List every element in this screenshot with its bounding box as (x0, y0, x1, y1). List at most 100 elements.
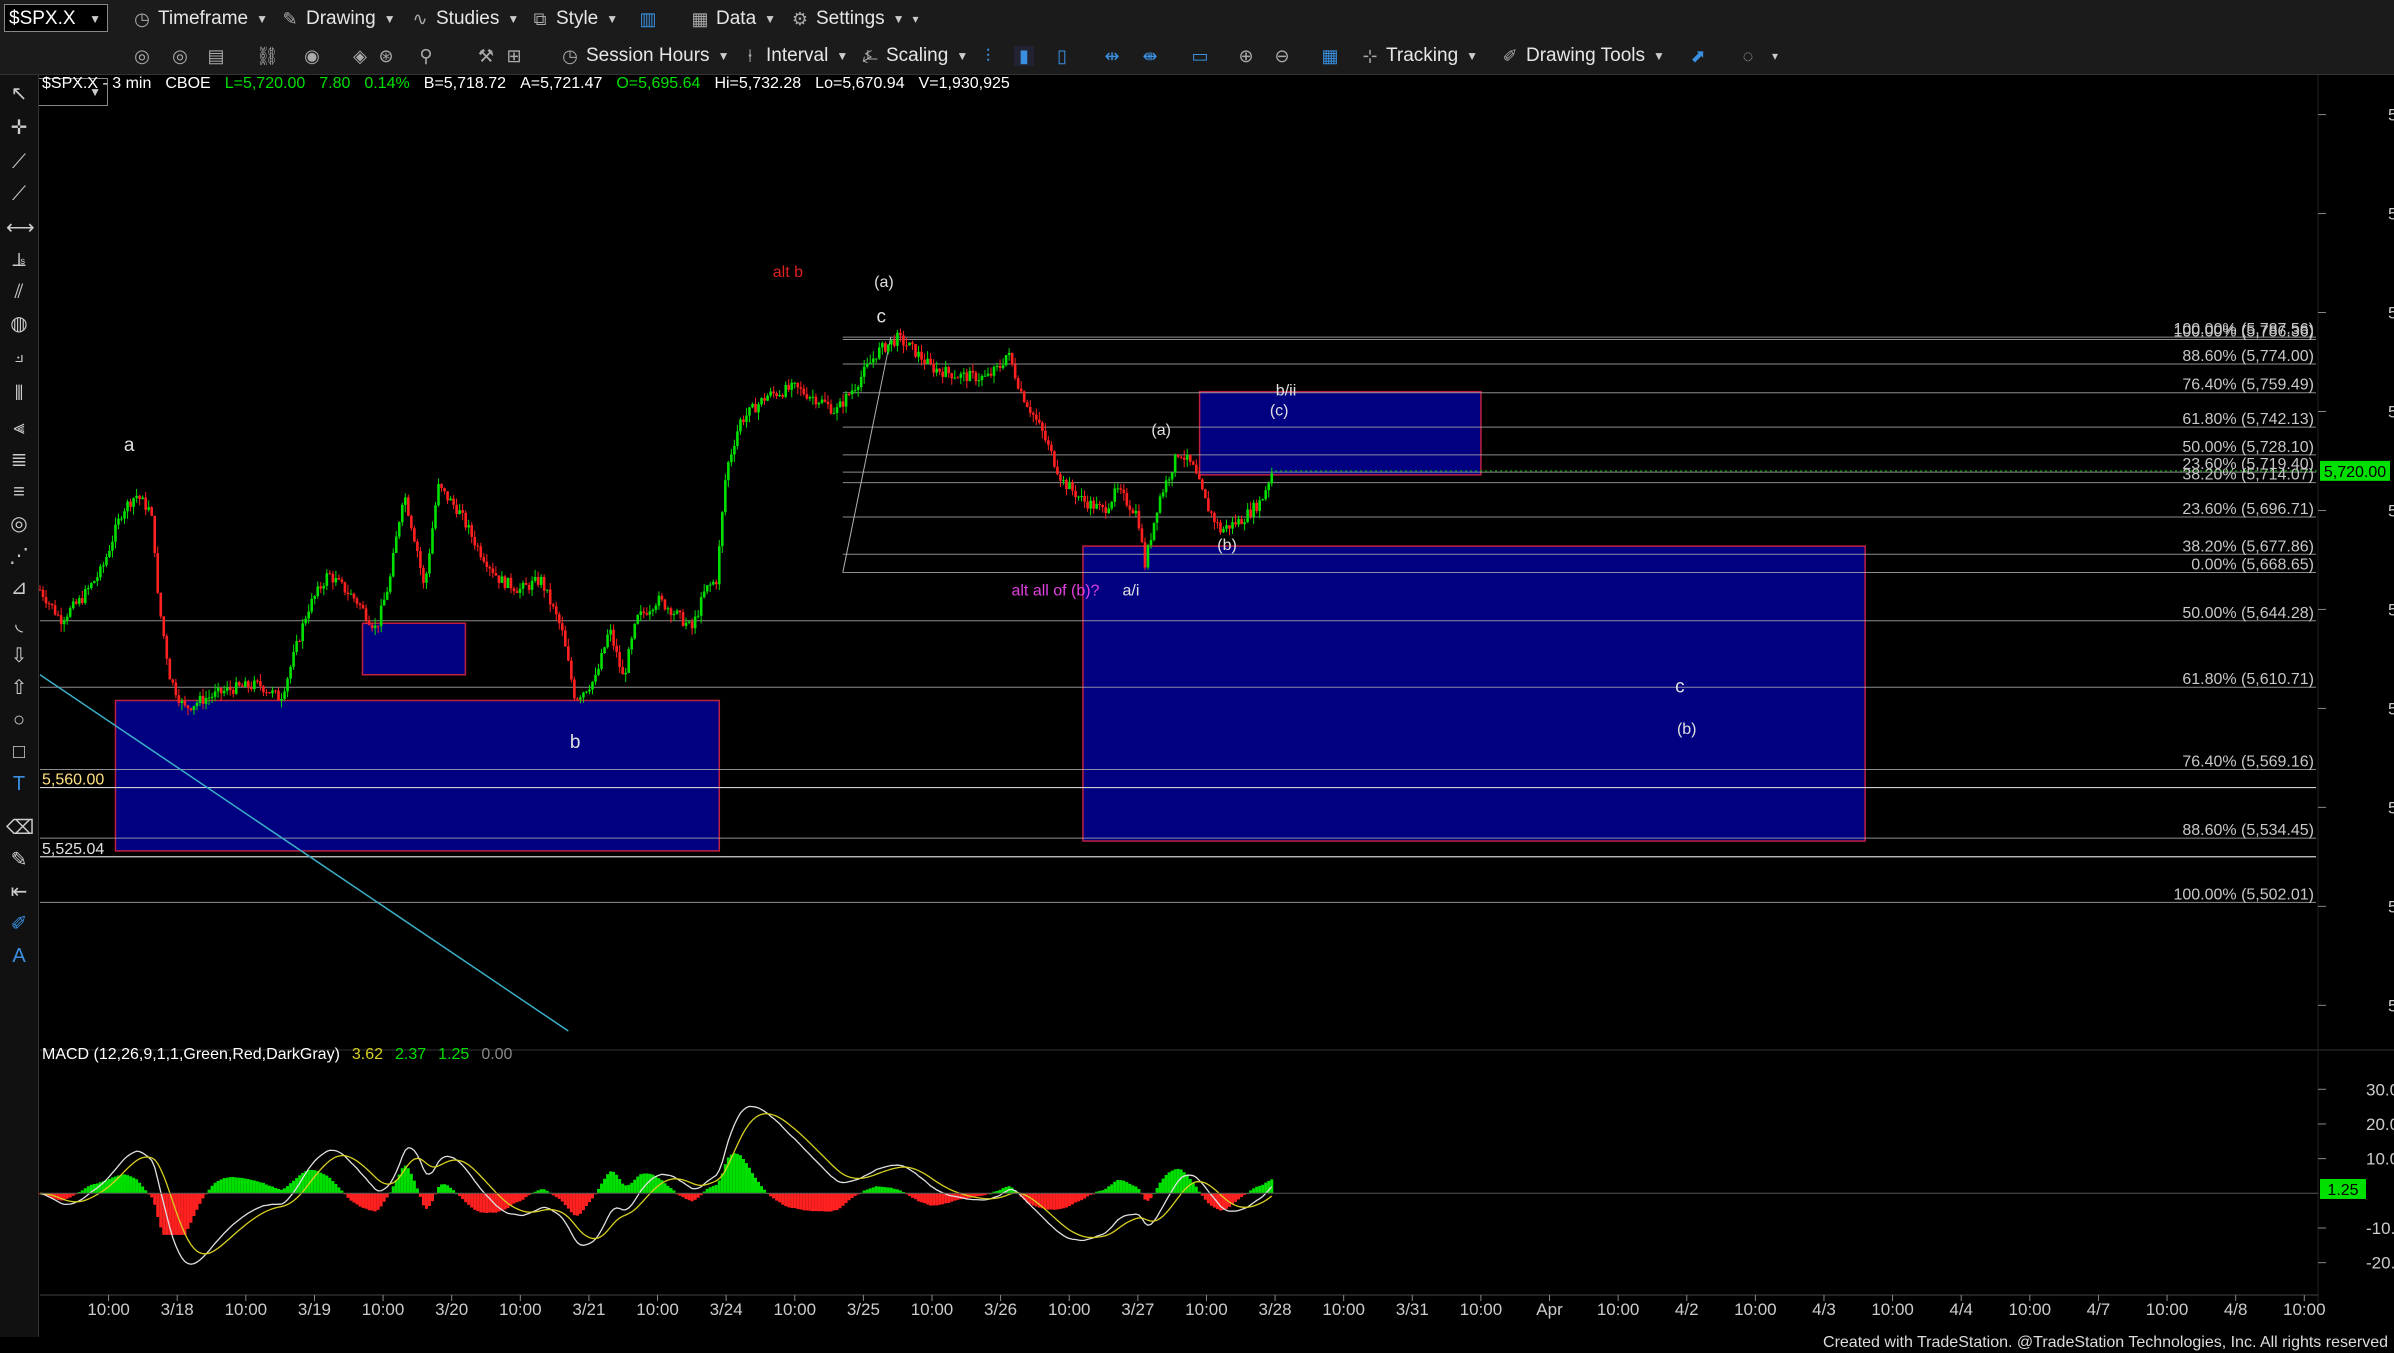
candle-body (1107, 508, 1111, 514)
panel-toggle-button[interactable]: ▥ (638, 6, 664, 31)
macd-histogram-bar (871, 1187, 875, 1194)
candle-body (977, 380, 981, 382)
candle-body (422, 567, 425, 583)
candle-body (346, 592, 350, 595)
candle-body (820, 399, 824, 403)
candle-body (1065, 479, 1068, 490)
macd-histogram-bar (177, 1193, 181, 1235)
candle-body (1028, 406, 1032, 413)
macd-histogram-bar (322, 1174, 326, 1194)
candle-body (141, 497, 144, 500)
candle-body (1050, 444, 1053, 452)
session-hours-label: Session Hours (586, 44, 710, 66)
link-button[interactable]: ⛓ (256, 43, 282, 68)
wave-label: (b) (1677, 721, 1697, 738)
export-button[interactable]: ⬈ (1688, 43, 1714, 68)
chat-button[interactable]: ◌ ▾ (1738, 43, 1778, 68)
candle-body (138, 495, 141, 500)
gear-icon: ⚙ (791, 8, 809, 29)
zoom-out-button[interactable]: ⊖ (1272, 43, 1298, 68)
macd-histogram-bar (515, 1193, 519, 1203)
candle-body (147, 507, 150, 510)
alert-button[interactable]: ◈ (350, 43, 376, 68)
macd-histogram-bar (578, 1193, 582, 1214)
bar-type-button[interactable]: ⫶ (978, 43, 1004, 68)
lock-button[interactable]: ⊛ (376, 43, 402, 68)
candle-body (479, 546, 483, 558)
candle-body (407, 497, 410, 516)
candle-body (893, 340, 896, 346)
refresh-button[interactable]: ◎ (132, 43, 158, 68)
split-button[interactable]: ▭ (1190, 43, 1216, 68)
target-icon: ◉ (304, 45, 320, 66)
tracking-menu[interactable]: ⊹ Tracking ▼ (1360, 43, 1478, 68)
candle-body (343, 582, 347, 593)
candle-body (1243, 522, 1246, 525)
candle-body (868, 362, 872, 364)
candle-body (567, 646, 570, 661)
expand-button[interactable]: ⇼ (1140, 43, 1166, 68)
cycle-button[interactable]: ◎ (170, 43, 196, 68)
candle-body (440, 484, 443, 489)
candle-icon: ▮ (1014, 45, 1034, 66)
candle-body (1173, 454, 1177, 473)
time-tick-label: 10:00 (499, 1300, 542, 1319)
candle-body (1264, 490, 1268, 500)
macd-histogram-bar (760, 1186, 764, 1194)
hollow-candle-button[interactable]: ▯ (1052, 43, 1078, 68)
target-button[interactable]: ◉ (302, 43, 328, 68)
scaling-menu[interactable]: ⍼ Scaling ▼ (860, 43, 968, 68)
candle-body (784, 384, 788, 397)
candle-body (153, 515, 157, 554)
candle-body (1016, 378, 1020, 389)
macd-histogram-bar (1270, 1179, 1274, 1194)
shrink-button[interactable]: ⇹ (1102, 43, 1128, 68)
candle-body (787, 384, 791, 390)
candle-body (413, 528, 416, 542)
style-menu[interactable]: ⧉ Style ▼ (530, 6, 619, 31)
chart-canvas[interactable]: 5,900.00 5,850.00 5,800.00 5,750.00 5,700.00… (0, 75, 2394, 1337)
time-tick-label: 10:00 (2009, 1300, 2052, 1319)
drawing-tools-menu[interactable]: ✐ Drawing Tools ▼ (1500, 43, 1664, 68)
candle-body (59, 615, 63, 625)
grid-button[interactable]: ▤ (206, 43, 232, 68)
snapshot-button[interactable]: ⊞ (504, 43, 530, 68)
candle-body (168, 658, 172, 680)
candle-body (615, 645, 618, 652)
time-axis: 10:00 3/18 10:00 3/19 10:00 3/20 10:00 3/21 10:0… (40, 1294, 2326, 1319)
candle-body (775, 393, 778, 397)
candle-body (1246, 509, 1249, 523)
symbol-input[interactable]: $SPX.X ▼ (4, 4, 108, 32)
candle-body (763, 398, 766, 401)
candle-body (902, 335, 905, 346)
session-hours-menu[interactable]: ◷ Session Hours ▼ (560, 43, 729, 68)
candle-body (1170, 472, 1174, 480)
search-button[interactable]: ⚲ (416, 43, 442, 68)
candle-body (1176, 454, 1180, 457)
macd-histogram-bar (708, 1187, 712, 1194)
zoom-in-button[interactable]: ⊕ (1236, 43, 1262, 68)
time-tick-label: 10:00 (225, 1300, 268, 1319)
lock-icon: ⊛ (378, 45, 394, 66)
timeframe-menu[interactable]: ◷ Timeframe ▼ (132, 6, 268, 31)
macd-zero-value: 0.00 (481, 1046, 513, 1063)
data-menu[interactable]: ▦ Data ▼ (690, 6, 776, 31)
candle-body (123, 511, 126, 519)
interval-menu[interactable]: ⍿ Interval ▼ (740, 43, 849, 68)
workspace-button[interactable]: ⚒ (476, 43, 502, 68)
macd-histogram-bar (832, 1193, 836, 1211)
macd-histogram-bar (1185, 1175, 1189, 1194)
drawing-menu[interactable]: ✎ Drawing ▼ (280, 6, 395, 31)
macd-histogram-bar (120, 1174, 124, 1194)
candle-body (298, 641, 301, 643)
macd-histogram-bar (696, 1193, 700, 1198)
studies-menu[interactable]: ∿ Studies ▼ (410, 6, 519, 31)
candle-body (579, 697, 582, 700)
candle-body (1007, 352, 1011, 356)
macd-tick-label: 20.00 (2366, 1115, 2394, 1134)
time-tick-label: 3/26 (984, 1300, 1017, 1319)
grid-toggle-button[interactable]: ▦ (1320, 43, 1346, 68)
macd-histogram-bar (929, 1193, 933, 1206)
settings-menu[interactable]: ⚙ Settings ▼ ▾ (790, 6, 919, 31)
candle-type-button[interactable]: ▮ (1014, 43, 1040, 68)
